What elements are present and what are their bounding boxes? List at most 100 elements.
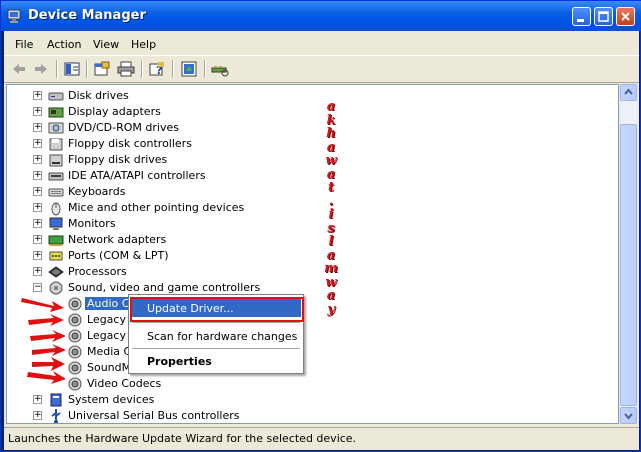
tree-category-item[interactable]: + Display adapters — [7, 104, 607, 120]
tree-category-item[interactable]: + Disk drives — [7, 88, 607, 104]
tree-category-item[interactable]: + Monitors — [7, 216, 607, 232]
tree-category-item[interactable]: + Processors — [7, 264, 607, 280]
expand-icon[interactable]: + — [33, 107, 42, 116]
toolbar-separator — [86, 60, 88, 78]
expand-icon[interactable]: + — [33, 139, 42, 148]
back-icon[interactable] — [9, 60, 29, 78]
forward-icon[interactable] — [31, 60, 51, 78]
scan-hardware-icon[interactable] — [210, 60, 230, 78]
tree-item-label: Sound, video and game controllers — [68, 281, 261, 294]
tree-child-item[interactable]: SoundMA — [7, 360, 607, 376]
watermark-letter: l — [328, 234, 334, 249]
window-title: Device Manager — [28, 8, 146, 23]
expand-icon[interactable]: + — [33, 251, 42, 260]
tree-category-item[interactable]: + Network adapters — [7, 232, 607, 248]
tree-category-item[interactable]: + IDE ATA/ATAPI controllers — [7, 168, 607, 184]
expand-icon[interactable]: + — [33, 395, 42, 404]
tree-category-item[interactable]: + Floppy disk controllers — [7, 136, 607, 152]
expand-icon[interactable]: + — [33, 187, 42, 196]
close-icon — [621, 12, 630, 21]
scan-hardware-label: Scan for hardware changes — [147, 330, 298, 343]
watermark-letter: t — [327, 180, 334, 195]
network-adapter-icon — [48, 235, 64, 246]
expand-icon[interactable]: + — [33, 219, 42, 228]
properties-icon[interactable] — [92, 60, 112, 78]
tree-item-label: Floppy disk drives — [68, 153, 168, 166]
tree-item-label: Monitors — [68, 217, 116, 230]
print-icon[interactable] — [116, 60, 136, 78]
vertical-scrollbar[interactable] — [620, 84, 637, 424]
watermark-letter: k — [326, 112, 336, 128]
tree-category-item[interactable]: + DVD/CD-ROM drives — [7, 120, 607, 136]
scroll-up-button[interactable] — [620, 84, 637, 101]
tree-category-item[interactable]: + Keyboards — [7, 184, 607, 200]
properties-menu-item[interactable]: Properties — [131, 352, 301, 370]
disk-drive-icon — [48, 92, 64, 101]
minimize-button[interactable] — [572, 7, 591, 26]
expand-icon[interactable]: + — [33, 203, 42, 212]
expand-icon[interactable]: + — [33, 155, 42, 164]
properties-label: Properties — [147, 355, 212, 368]
scan-hardware-menu-item[interactable]: Scan for hardware changes — [131, 327, 301, 345]
tree-child-item[interactable]: Legacy A — [7, 312, 607, 328]
tree-item-label: Mice and other pointing devices — [68, 201, 245, 214]
menu-file[interactable]: File — [15, 38, 33, 51]
expand-icon[interactable]: + — [33, 267, 42, 276]
update-driver-icon[interactable] — [179, 60, 199, 78]
menu-action[interactable]: Action — [47, 38, 81, 51]
menu-help[interactable]: Help — [131, 38, 156, 51]
floppy-controller-icon — [49, 138, 63, 151]
vertical-watermark: akhawat.islamway — [322, 100, 340, 316]
tree-item-label: System devices — [68, 393, 155, 406]
toolbar: ? — [4, 55, 639, 83]
expand-icon[interactable]: + — [33, 411, 42, 420]
tree-item-label: Keyboards — [68, 185, 126, 198]
toolbar-separator — [204, 60, 206, 78]
expand-icon[interactable]: + — [33, 123, 42, 132]
watermark-letter: a — [326, 166, 336, 182]
tree-item-label: IDE ATA/ATAPI controllers — [68, 169, 206, 182]
watermark-letter: a — [326, 99, 336, 114]
tree-category-item[interactable]: + Mice and other pointing devices — [7, 200, 607, 216]
scroll-down-button[interactable] — [620, 407, 637, 424]
tree-child-item[interactable]: Media Co — [7, 344, 607, 360]
watermark-letter: m — [324, 261, 338, 276]
title-bar[interactable]: Device Manager — [1, 1, 641, 31]
menu-separator — [132, 322, 300, 323]
system-device-icon — [50, 393, 62, 407]
expand-icon[interactable]: + — [33, 171, 42, 180]
tree-child-item[interactable]: Legacy V — [7, 328, 607, 344]
tree-category-item[interactable]: + Ports (COM & LPT) — [7, 248, 607, 264]
tree-category-item[interactable]: + System devices — [7, 392, 607, 408]
device-tree[interactable]: + Disk drives + Display adapters + DVD/CD-ROM… — [6, 84, 619, 424]
help-icon[interactable]: ? — [147, 60, 167, 78]
menu-view[interactable]: View — [93, 38, 119, 51]
expand-icon[interactable]: + — [33, 91, 42, 100]
watermark-letter: y — [327, 301, 335, 317]
tree-child-item[interactable]: Audio Co — [7, 296, 607, 312]
arrow-up-icon — [624, 88, 633, 95]
status-text: Launches the Hardware Update Wizard for … — [8, 432, 357, 445]
maximize-button[interactable] — [594, 7, 613, 26]
toolbar-separator — [141, 60, 143, 78]
expand-icon[interactable]: + — [33, 235, 42, 244]
watermark-letter: a — [326, 288, 336, 303]
tree-category-item[interactable]: + Floppy disk drives — [7, 152, 607, 168]
maximize-icon — [598, 11, 609, 22]
tree-category-item[interactable]: + Universal Serial Bus controllers — [7, 408, 607, 423]
scroll-thumb[interactable] — [620, 124, 637, 406]
port-icon — [49, 251, 63, 261]
close-button[interactable] — [616, 7, 635, 26]
tree-item-label: Universal Serial Bus controllers — [68, 409, 240, 422]
annotation-arrows — [21, 298, 66, 384]
collapse-icon[interactable]: − — [33, 283, 42, 292]
ide-controller-icon — [48, 172, 64, 181]
tree-item-label: Disk drives — [68, 89, 129, 102]
properties-view-icon[interactable] — [62, 60, 82, 78]
tree-child-item[interactable]: Video Codecs — [7, 376, 607, 392]
tree-item-label: Processors — [68, 265, 127, 278]
watermark-letter: s — [327, 220, 335, 236]
tree-category-item[interactable]: − Sound, video and game controllers — [7, 280, 607, 296]
watermark-letter: w — [325, 153, 337, 168]
mouse-icon — [51, 202, 61, 216]
